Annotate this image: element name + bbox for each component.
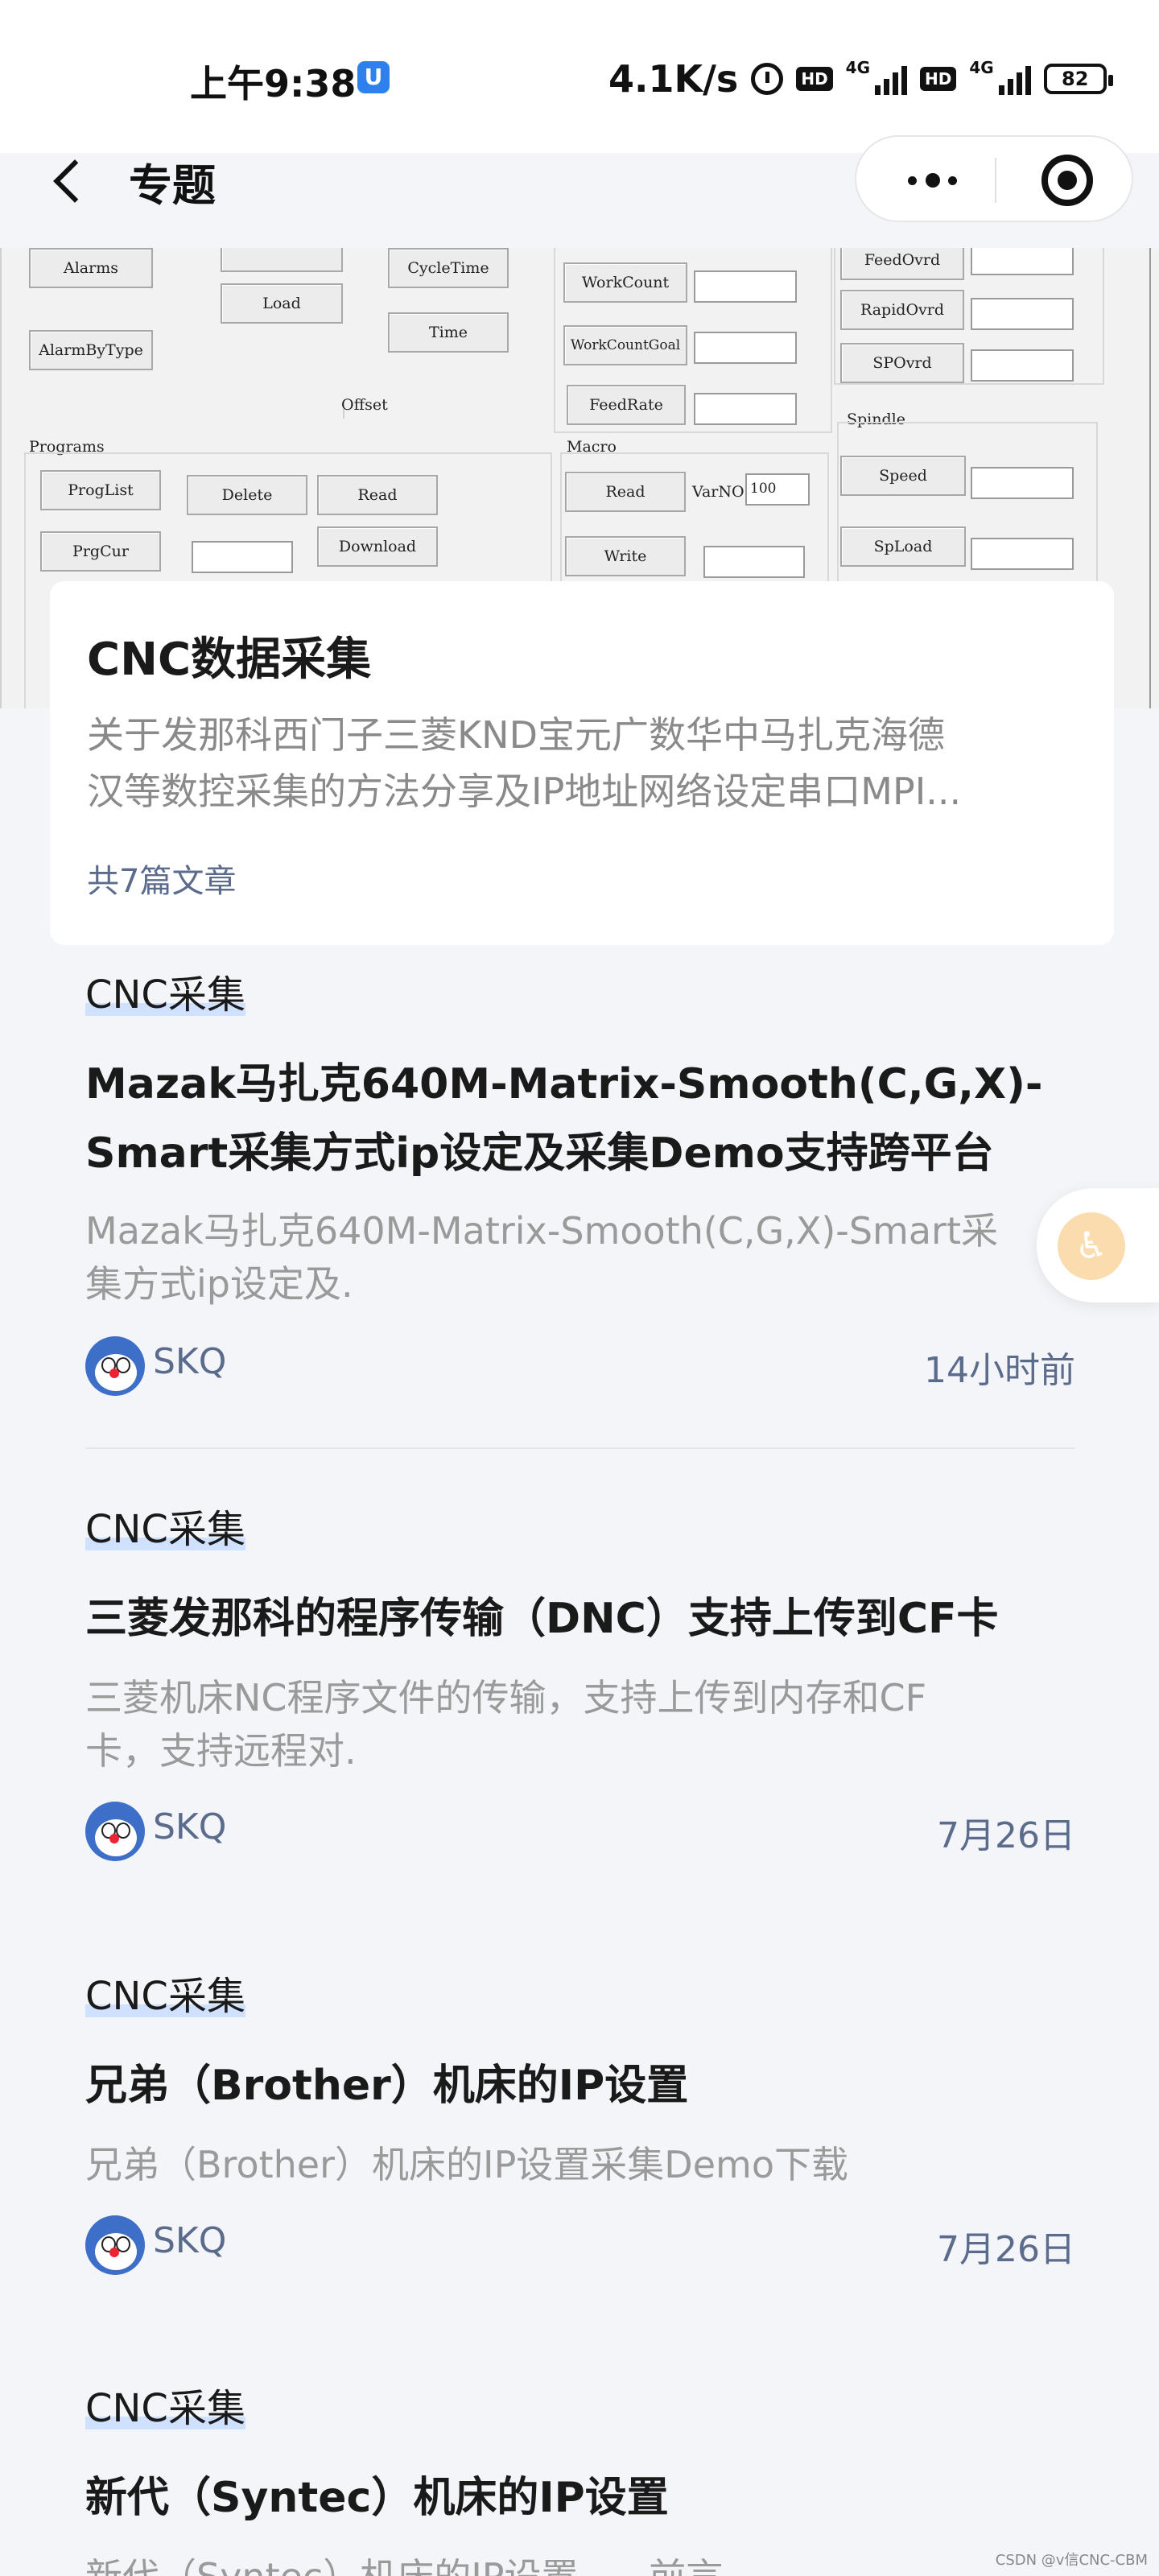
banner-field-rapidovrd [971,298,1074,330]
topic-title: CNC数据采集 [87,634,372,686]
hd-badge: HD [796,67,833,91]
banner-field-spovrd [971,349,1074,382]
banner-btn-feedovrd: FeedOvrd [840,248,964,280]
article-item[interactable]: CNC采集 Mazak马扎克640M-Matrix-Smooth(C,G,X)-… [85,971,1075,1422]
banner-field-prgcur [192,541,293,573]
banner-btn-macro-read: Read [565,472,686,512]
article-title-line1[interactable]: 新代（Syntec）机床的IP设置 [85,2463,669,2533]
avatar[interactable] [85,2215,145,2275]
status-right-group: 4.1K/s HD 4G HD 4G 82 [608,55,1113,103]
signal-strength-icon [875,63,908,95]
article-title-line2[interactable]: Smart采集方式ip设定及采集Demo支持跨平台 [85,1119,994,1188]
banner-line [343,409,344,419]
banner-field-workcountgoal [694,332,797,364]
alarm-clock-icon [751,63,784,95]
topic-description-line2: 汉等数控采集的方法分享及IP地址网络设定串口MPI... [87,770,962,813]
author-name[interactable]: SKQ [153,2220,226,2261]
app-notification-icon: U [357,61,390,93]
author-name[interactable]: SKQ [153,1806,226,1847]
article-summary-line1: 兄弟（Brother）机床的IP设置采集Demo下载 [85,2143,848,2186]
article-tag[interactable]: CNC采集 [85,1505,245,1554]
publish-time: 7月26日 [937,1815,1075,1856]
article-summary-line1: Mazak马扎克640M-Matrix-Smooth(C,G,X)-Smart采 [85,1209,999,1253]
banner-btn-write: Write [565,536,686,576]
article-item[interactable]: CNC采集 兄弟（Brother）机床的IP设置 兄弟（Brother）机床的I… [85,1972,1075,2278]
publish-time: 7月26日 [937,2229,1075,2270]
article-divider [85,1447,1075,1449]
back-arrow-icon[interactable] [48,155,80,204]
banner-btn-speed: Speed [840,456,966,496]
banner-btn-prgcur: PrgCur [40,531,161,572]
banner-field-feedrate [694,393,797,425]
banner-btn-workcountgoal: WorkCountGoal [563,325,687,365]
banner-field-workcount [694,270,797,303]
banner-field-write [703,546,805,578]
article-title-line1[interactable]: 三菱发那科的程序传输（DNC）支持上传到CF卡 [85,1584,999,1653]
banner-field-speed [971,467,1074,499]
article-summary-line2: 卡，支持远程对. [85,1729,357,1773]
banner-btn-alarmbytype: AlarmByType [29,330,153,370]
banner-btn-cycletime: CycleTime [388,248,509,288]
more-dots-icon[interactable] [897,164,969,196]
article-summary-line1: 新代（Syntec）机床的IP设置......前言 [85,2550,1075,2576]
target-circle-icon[interactable] [1041,155,1093,206]
page-title: 专题 [129,160,216,211]
banner-btn-feedrate: FeedRate [567,385,686,425]
topic-description-line1: 关于发那科西门子三菱KND宝元广数华中马扎克海德 [87,713,945,757]
status-time: 上午9:38 [190,62,357,105]
banner-btn-download: Download [317,526,438,567]
article-tag[interactable]: CNC采集 [85,971,245,1019]
article-tag[interactable]: CNC采集 [85,1972,245,2021]
banner-btn-alarms: Alarms [29,248,153,288]
hd-badge-2: HD [920,67,957,91]
publish-time: 14小时前 [924,1350,1075,1391]
article-title-line1[interactable]: Mazak马扎克640M-Matrix-Smooth(C,G,X)- [85,1050,1042,1119]
banner-btn-proglist: ProgList [40,470,161,510]
banner-btn-read: Read [317,475,438,515]
author-name[interactable]: SKQ [153,1341,226,1382]
network-type-2: 4G [969,58,994,77]
floating-accessibility-button[interactable]: ♿ [1037,1188,1159,1302]
article-meta: SKQ 7月26日 [85,2215,1075,2277]
status-bar: 上午9:38 U 4.1K/s HD 4G HD 4G 82 专题 [0,0,1159,222]
banner-field-spload [971,538,1074,570]
topic-description: 关于发那科西门子三菱KND宝元广数华中马扎克海德 汉等数控采集的方法分享及IP地… [87,707,1077,819]
banner-btn-top [221,248,343,272]
banner-btn-rapidovrd: RapidOvrd [840,290,964,330]
article-meta: SKQ 7月26日 [85,1802,1075,1863]
signal-strength-icon-2 [998,63,1031,95]
csdn-watermark: CSDN @v信CNC-CBM [995,2552,1148,2569]
banner-btn-spload: SpLoad [840,526,966,567]
banner-btn-time: Time [388,312,509,353]
article-meta: SKQ 14小时前 [85,1336,1075,1397]
accessibility-icon: ♿ [1058,1212,1125,1280]
banner-btn-load: Load [221,283,343,324]
banner-field-feedovrd [971,248,1074,275]
capsule-divider [995,158,996,203]
topic-article-count: 共7篇文章 [87,863,237,900]
network-speed: 4.1K/s [608,57,739,101]
banner-label-varno: VarNO: [692,483,749,501]
article-item[interactable]: CNC采集 三菱发那科的程序传输（DNC）支持上传到CF卡 三菱机床NC程序文件… [85,1505,1075,1863]
mini-program-capsule [855,135,1133,222]
banner-label-offset: Offset [341,396,388,414]
article-title-line1[interactable]: 兄弟（Brother）机床的IP设置 [85,2051,688,2120]
banner-field-varno: 100 [745,473,810,506]
banner-btn-delete: Delete [187,475,307,515]
topic-info-card: CNC数据采集 关于发那科西门子三菱KND宝元广数华中马扎克海德 汉等数控采集的… [50,581,1114,945]
banner-edge [0,248,2,708]
banner-btn-spovrd: SPOvrd [840,343,964,383]
article-summary-line2: 集方式ip设定及. [85,1262,353,1306]
article-tag[interactable]: CNC采集 [85,2384,245,2433]
battery-icon: 82 [1043,64,1113,94]
article-item[interactable]: CNC采集 新代（Syntec）机床的IP设置 新代（Syntec）机床的IP设… [85,2384,1075,2576]
avatar[interactable] [85,1336,145,1396]
banner-btn-workcount: WorkCount [563,262,687,303]
article-summary-line1: 三菱机床NC程序文件的传输，支持上传到内存和CF [85,1676,927,1719]
banner-edge-right [1149,248,1151,708]
network-type: 4G [845,58,871,77]
avatar[interactable] [85,1802,145,1861]
